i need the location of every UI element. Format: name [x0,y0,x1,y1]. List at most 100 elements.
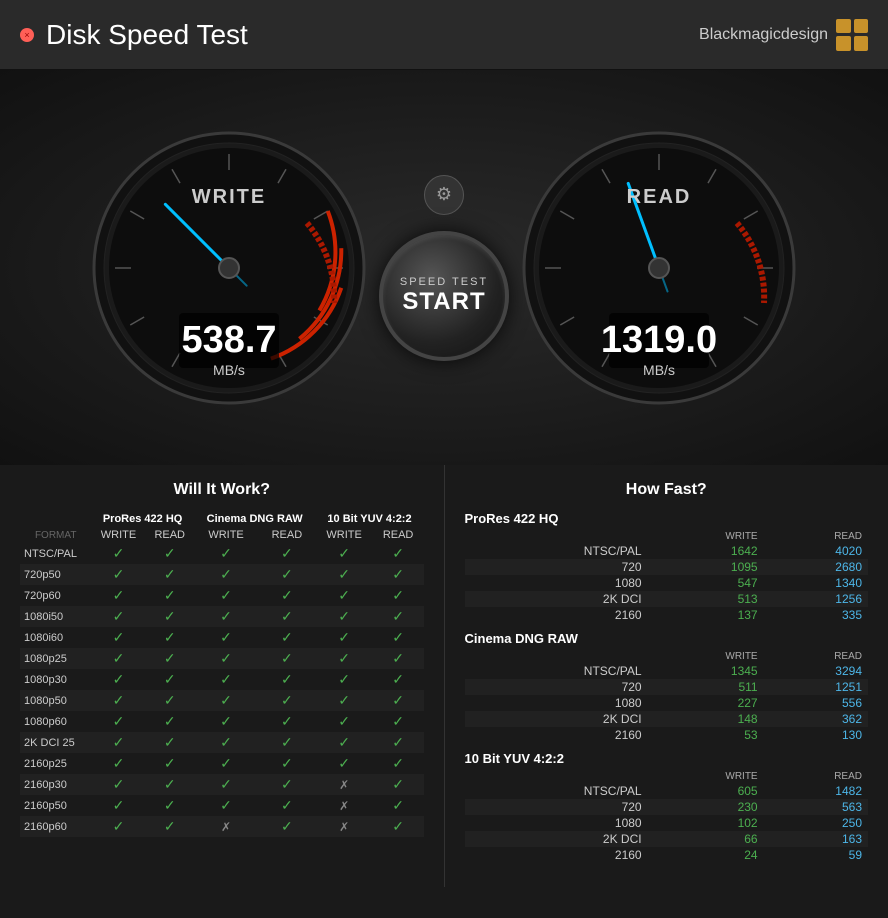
check-cell: ✓ [91,690,145,711]
check-cell: ✓ [316,690,373,711]
hf-read-value: 163 [764,831,868,847]
format-label: 1080p50 [20,690,91,711]
table-row: 2160p25✓✓✓✓✓✓ [20,753,424,774]
table-row: 1080i50✓✓✓✓✓✓ [20,606,424,627]
format-label: 720p60 [20,585,91,606]
check-cell: ✓ [194,648,258,669]
check-icon: ✓ [281,734,293,750]
check-cell: ✓ [373,795,424,816]
check-cell: ✓ [146,690,194,711]
check-icon: ✓ [281,629,293,645]
hf-row-label: NTSC/PAL [465,663,648,679]
write-gauge: WRITE 538.7 MB/s [89,128,369,408]
check-cell: ✓ [194,753,258,774]
check-icon: ✓ [113,608,125,624]
check-cell: ✓ [194,564,258,585]
hf-write-value: 513 [648,591,764,607]
check-cell: ✓ [194,732,258,753]
will-it-work-title: Will It Work? [20,481,424,499]
check-icon: ✓ [164,566,176,582]
format-label: 2160p30 [20,774,91,795]
wiw-header-cdng: Cinema DNG RAW [194,511,316,527]
check-cell: ✓ [373,732,424,753]
check-icon: ✓ [164,545,176,561]
hf-row-label: 2160 [465,847,648,863]
brand-logo: Blackmagicdesign [699,19,868,51]
check-icon: ✓ [392,566,404,582]
hf-write-value: 148 [648,711,764,727]
check-cell: ✓ [258,816,315,837]
hf-col-header: WRITE [648,530,764,543]
check-icon: ✓ [220,671,232,687]
hf-read-value: 130 [764,727,868,743]
wiw-header-yuv: 10 Bit YUV 4:2:2 [316,511,424,527]
hf-write-value: 24 [648,847,764,863]
check-cell: ✓ [91,795,145,816]
check-icon: ✓ [281,671,293,687]
check-icon: ✓ [392,755,404,771]
write-value-box: 538.7 MB/s [181,319,276,378]
format-label: 1080p30 [20,669,91,690]
check-icon: ✓ [164,797,176,813]
hf-group: 10 Bit YUV 4:2:2WRITEREADNTSC/PAL6051482… [465,751,869,863]
check-cell: ✓ [91,816,145,837]
hf-read-value: 1482 [764,783,868,799]
svg-text:READ: READ [627,186,692,208]
hf-row-label: 1080 [465,695,648,711]
check-icon: ✓ [338,629,350,645]
check-cell: ✓ [91,585,145,606]
check-cell: ✓ [91,753,145,774]
format-label: 2160p60 [20,816,91,837]
hf-row-label: NTSC/PAL [465,783,648,799]
close-button[interactable]: × [20,28,34,42]
read-value-box: 1319.0 MB/s [601,319,717,378]
hf-read-value: 250 [764,815,868,831]
hf-group-title: ProRes 422 HQ [465,511,869,526]
wiw-header-prores: ProRes 422 HQ [91,511,193,527]
check-icon: ✓ [113,566,125,582]
check-cell: ✓ [146,627,194,648]
check-icon: ✓ [220,713,232,729]
hf-write-value: 1095 [648,559,764,575]
table-row: NTSC/PAL13453294 [465,663,869,679]
check-icon: ✓ [220,650,232,666]
app-title: Disk Speed Test [46,19,248,51]
check-icon: ✓ [338,545,350,561]
format-label: NTSC/PAL [20,543,91,564]
hf-read-value: 1251 [764,679,868,695]
check-cell: ✗ [316,774,373,795]
hf-table: WRITEREADNTSC/PAL60514827202305631080102… [465,770,869,863]
svg-text:WRITE: WRITE [192,186,266,208]
check-icon: ✓ [392,608,404,624]
check-cell: ✓ [91,732,145,753]
check-cell: ✓ [258,753,315,774]
hf-row-label: 720 [465,679,648,695]
check-cell: ✗ [316,795,373,816]
check-icon: ✓ [392,650,404,666]
check-cell: ✓ [91,669,145,690]
hf-col-header: READ [764,770,868,783]
settings-button[interactable]: ⚙ [424,175,464,215]
table-row: 2K DCI148362 [465,711,869,727]
hf-read-value: 563 [764,799,868,815]
center-controls: ⚙ SPEED TEST START [369,175,519,361]
table-row: 216053130 [465,727,869,743]
check-cell: ✓ [258,774,315,795]
hf-read-value: 1340 [764,575,868,591]
hf-col-header: WRITE [648,770,764,783]
gauges-section: WRITE 538.7 MB/s ⚙ SPEED TEST START [0,70,888,465]
start-button[interactable]: SPEED TEST START [379,231,509,361]
hf-write-value: 547 [648,575,764,591]
check-cell: ✓ [373,648,424,669]
check-icon: ✓ [338,713,350,729]
check-cell: ✓ [194,585,258,606]
write-unit: MB/s [181,362,276,378]
check-icon: ✓ [392,692,404,708]
hf-row-label: 2160 [465,607,648,623]
hf-row-label: NTSC/PAL [465,543,648,559]
check-cell: ✓ [146,711,194,732]
check-cell: ✗ [316,816,373,837]
title-bar: × Disk Speed Test Blackmagicdesign [0,0,888,70]
check-cell: ✓ [146,606,194,627]
check-cell: ✓ [316,732,373,753]
